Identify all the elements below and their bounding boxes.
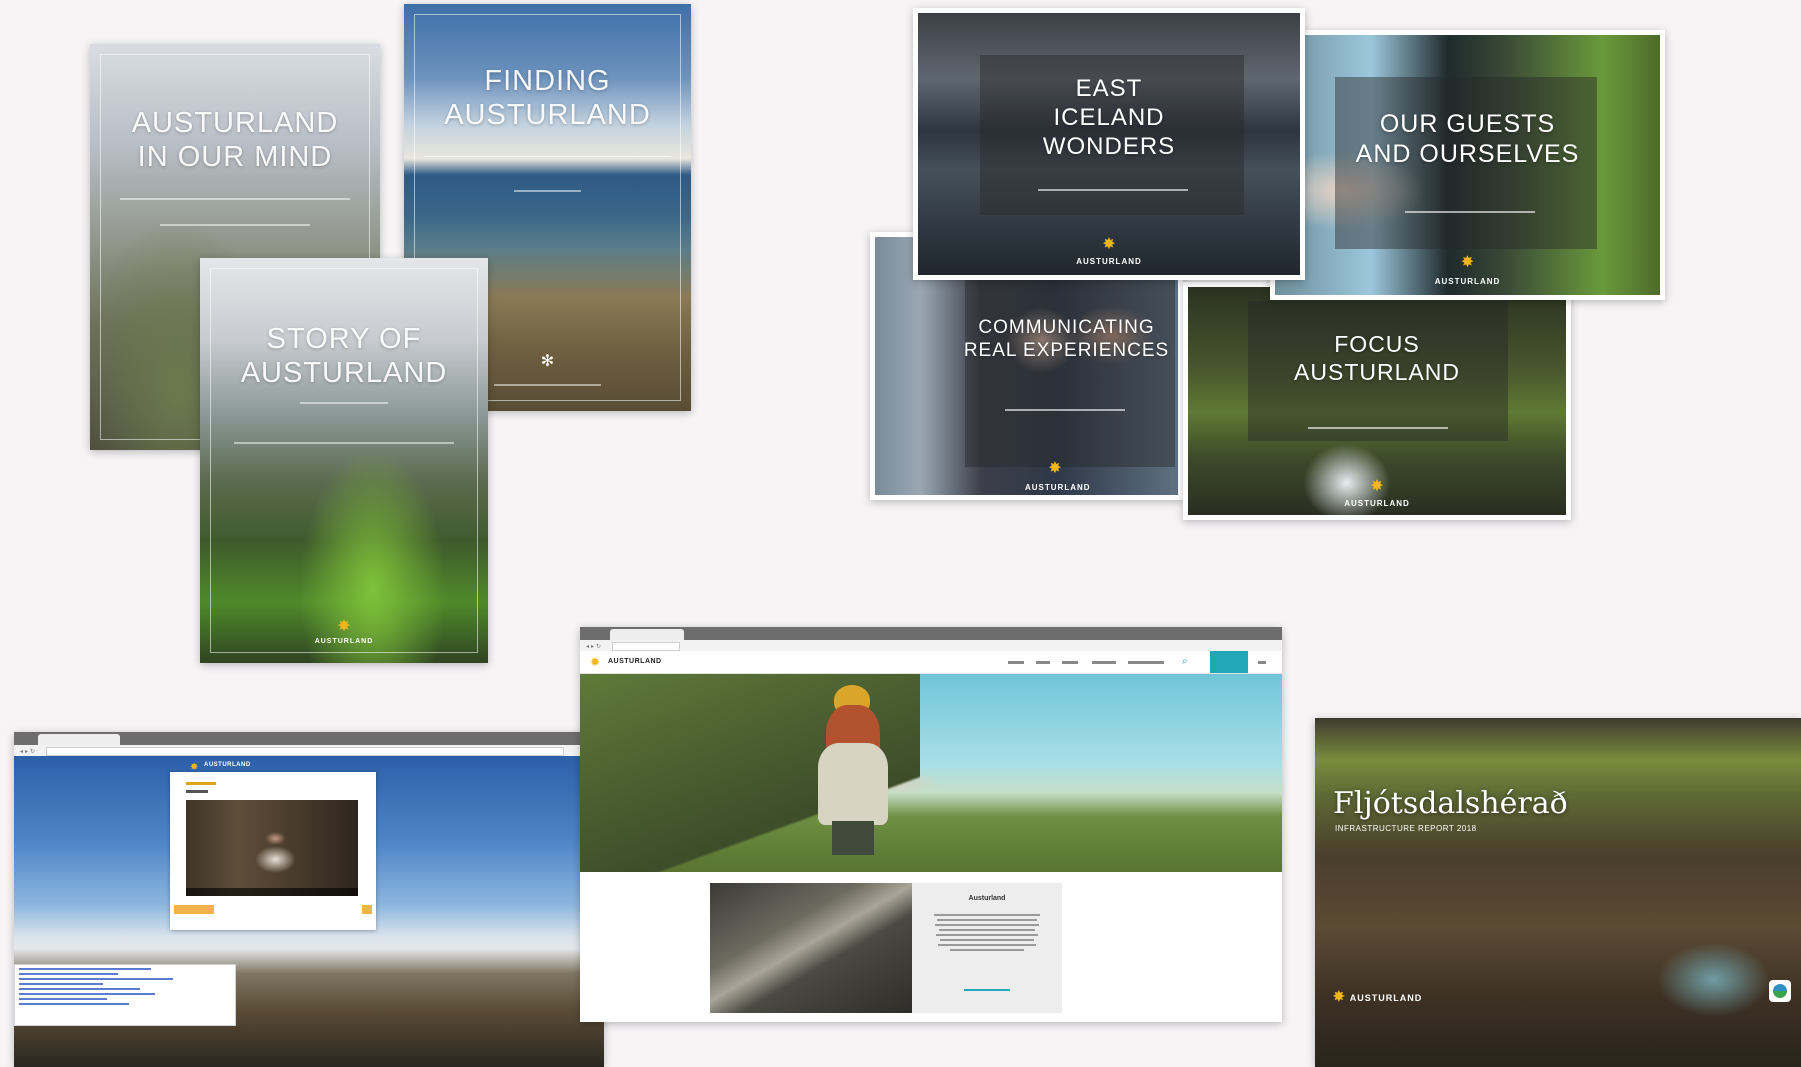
url-field[interactable]	[46, 747, 564, 756]
modal-action-button[interactable]	[174, 905, 214, 914]
slide-brand: AUSTURLAND	[1076, 257, 1142, 266]
nav-link[interactable]	[1092, 661, 1116, 664]
slide-title: FOCUS AUSTURLAND	[1294, 331, 1460, 385]
slide-title: EAST ICELAND WONDERS	[1042, 75, 1176, 160]
cover-title: STORY OF AUSTURLAND	[240, 323, 448, 390]
site-logo[interactable]: AUSTURLAND	[204, 762, 251, 768]
feature-read-more-link[interactable]	[964, 989, 1010, 991]
star-logo-icon: ✸	[1102, 236, 1116, 253]
developer-tools-panel	[14, 964, 236, 1026]
slide-title: OUR GUESTS AND OURSELVES	[1355, 110, 1580, 168]
search-icon[interactable]: ⌕	[1182, 656, 1188, 667]
report-title: Fljótsdalshérað	[1333, 786, 1568, 821]
cover-subtitle-line	[234, 442, 454, 444]
feature-title: Austurland	[968, 895, 1006, 902]
cover-credit-line	[494, 384, 601, 386]
municipality-crest-icon	[1769, 980, 1791, 1002]
video-controls-bar[interactable]	[186, 888, 358, 896]
report-brand-text: AUSTURLAND	[1349, 993, 1423, 1003]
slide-subtitle-line	[1005, 409, 1125, 411]
modal-heading-line	[186, 782, 216, 785]
modal-close-button[interactable]	[362, 905, 372, 914]
slide-brand: AUSTURLAND	[1344, 499, 1410, 508]
cover-subtitle-line	[160, 224, 310, 226]
report-cover-fljotsdalsherad: Fljótsdalshérað INFRASTRUCTURE REPORT 20…	[1315, 718, 1801, 1067]
nav-link[interactable]	[1062, 661, 1078, 664]
cover-story-of-austurland: STORY OF AUSTURLAND ✸ AUSTURLAND	[200, 258, 488, 663]
url-field[interactable]	[612, 642, 680, 651]
cover-title: FINDING AUSTURLAND	[444, 65, 651, 132]
cover-subtitle-line	[300, 402, 388, 404]
video-player[interactable]	[186, 800, 358, 896]
back-forward-icon[interactable]: ◂▸↻	[586, 643, 603, 650]
browser-tab-bar	[580, 627, 1282, 640]
cover-brand: AUSTURLAND	[314, 638, 374, 645]
browser-window-austurland-site: ◂▸↻ ✸ AUSTURLAND ⌕ Austurland	[580, 627, 1282, 1022]
slide-east-iceland-wonders: EAST ICELAND WONDERS ✸ AUSTURLAND	[913, 8, 1305, 280]
slide-title-panel	[965, 277, 1175, 467]
slide-subtitle-line	[1038, 189, 1188, 191]
site-logo[interactable]: AUSTURLAND	[608, 658, 662, 665]
language-switch[interactable]	[1258, 661, 1266, 664]
browser-window-video-site: ◂▸↻ ✸ AUSTURLAND	[14, 732, 604, 1067]
site-navbar: ✸ AUSTURLAND ⌕	[580, 651, 1282, 674]
star-logo-icon: ✸	[1460, 254, 1475, 271]
video-modal	[170, 772, 376, 930]
nav-link[interactable]	[1036, 661, 1050, 664]
report-subtitle: INFRASTRUCTURE REPORT 2018	[1335, 824, 1477, 833]
cover-rule	[424, 156, 671, 157]
feature-image	[710, 883, 912, 1013]
slide-subtitle-line	[1405, 211, 1535, 213]
star-logo-icon: ✸	[590, 655, 601, 669]
cover-title: AUSTURLAND IN OUR MIND	[131, 107, 339, 174]
slide-our-guests-and-ourselves: OUR GUESTS AND OURSELVES ✸ AUSTURLAND	[1270, 30, 1665, 300]
nav-link[interactable]	[1008, 661, 1024, 664]
modal-subheading-line	[186, 790, 208, 793]
feature-body-text	[934, 911, 1040, 954]
hero-person-figure	[810, 685, 896, 855]
feature-card: Austurland	[912, 883, 1062, 1013]
browser-tab[interactable]	[610, 629, 684, 640]
star-logo-icon: ✸	[1370, 478, 1384, 495]
slide-focus-austurland: FOCUS AUSTURLAND ✸ AUSTURLAND	[1183, 282, 1571, 520]
slide-subtitle-line	[1308, 427, 1448, 429]
slide-brand: AUSTURLAND	[1434, 277, 1501, 286]
slide-title: COMMUNICATING REAL EXPERIENCES	[963, 317, 1170, 361]
nav-link[interactable]	[1128, 661, 1164, 664]
browser-tab[interactable]	[38, 734, 120, 745]
browser-tab-bar	[14, 732, 604, 745]
slide-brand: AUSTURLAND	[1025, 483, 1091, 492]
star-logo-icon: ✸	[337, 618, 351, 635]
nav-cta-button[interactable]	[1210, 651, 1248, 673]
back-forward-icon[interactable]: ◂▸↻	[20, 748, 37, 755]
star-logo-icon: ✸	[1333, 988, 1346, 1004]
star-logo-icon: ✸	[1048, 460, 1062, 477]
report-brand: ✸ AUSTURLAND	[1333, 988, 1422, 1004]
cover-subtitle-line	[120, 198, 350, 200]
cover-subtitle-line	[514, 190, 581, 192]
